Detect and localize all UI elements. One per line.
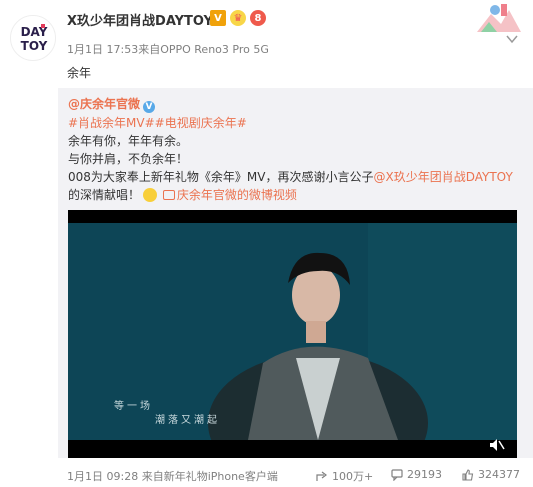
repost-line-2: 与你并肩，不负余年！	[68, 152, 189, 166]
repost-line-4-text: 的深情献唱！	[68, 188, 141, 202]
crown-badge-icon[interactable]: ♛	[230, 10, 246, 26]
avatar[interactable]: DAY TOY	[10, 15, 56, 61]
mute-icon[interactable]	[489, 438, 505, 452]
repost-author[interactable]: @庆余年官微 V	[68, 95, 156, 113]
emoji-icon	[143, 188, 158, 202]
video-frame[interactable]: 等一场 潮落又潮起	[68, 223, 517, 440]
avatar-text-bottom: TOY	[21, 39, 48, 53]
mention-link[interactable]: @X玖少年团肖战DAYTOY	[373, 170, 512, 184]
thumbs-up-icon	[462, 468, 474, 481]
video-subtitle-1: 等一场	[114, 401, 153, 412]
chevron-down-icon[interactable]	[505, 34, 519, 44]
comment-count: 29193	[407, 468, 442, 481]
post-meta: 1月1日 17:53来自OPPO Reno3 Pro 5G	[67, 43, 269, 56]
share-icon	[316, 471, 327, 481]
post-text: 余年	[67, 66, 92, 80]
author-badges: V ♛ 8	[210, 9, 266, 27]
repost-line-4: 的深情献唱！ 庆余年官微的微博视频	[68, 186, 297, 203]
repost-card: @庆余年官微 V #肖战余年MV##电视剧庆余年# 余年有你，年年有余。 与你并肩…	[58, 88, 533, 458]
post-footer: 1月1日 09:28 来自新年礼物iPhone客户端 100万+ 29193 3…	[0, 458, 533, 487]
repost-meta: 1月1日 09:28 来自新年礼物iPhone客户端	[67, 470, 278, 483]
blue-verified-icon: V	[143, 101, 156, 113]
post-header: DAY TOY X玖少年团肖战DAYTOY V ♛ 8 1月1日 17:53来自…	[0, 0, 533, 88]
daytoy-logo-icon: DAY TOY	[11, 16, 55, 60]
forward-count: 100万+	[332, 470, 374, 483]
repost-line-3: 008为大家奉上新年礼物《余年》MV，再次感谢小言公子@X玖少年团肖战DAYTO…	[68, 168, 513, 185]
video-player[interactable]: 等一场 潮落又潮起	[68, 210, 517, 458]
author-name[interactable]: X玖少年团肖战DAYTOY	[67, 10, 213, 29]
comment-button[interactable]: 29193	[391, 468, 442, 481]
video-link[interactable]: 庆余年官微的微博视频	[162, 188, 297, 202]
level-badge-icon[interactable]: 8	[250, 10, 266, 26]
verified-badge-icon[interactable]: V	[210, 10, 226, 26]
video-link-label[interactable]: 庆余年官微的微博视频	[177, 188, 297, 202]
forward-button[interactable]: 100万+	[316, 468, 373, 484]
like-count: 324377	[478, 468, 520, 481]
comment-icon	[391, 468, 403, 481]
repost-author-name[interactable]: @庆余年官微	[68, 97, 140, 111]
card-decoration-icon	[477, 4, 521, 32]
repost-line-3-text: 008为大家奉上新年礼物《余年》MV，再次感谢小言公子	[68, 170, 374, 184]
video-subtitle-2: 潮落又潮起	[155, 415, 220, 426]
video-link-icon	[162, 190, 175, 200]
hashtag-links[interactable]: #肖战余年MV##电视剧庆余年#	[68, 114, 247, 131]
like-button[interactable]: 324377	[462, 468, 520, 481]
repost-line-1: 余年有你，年年有余。	[68, 134, 189, 148]
